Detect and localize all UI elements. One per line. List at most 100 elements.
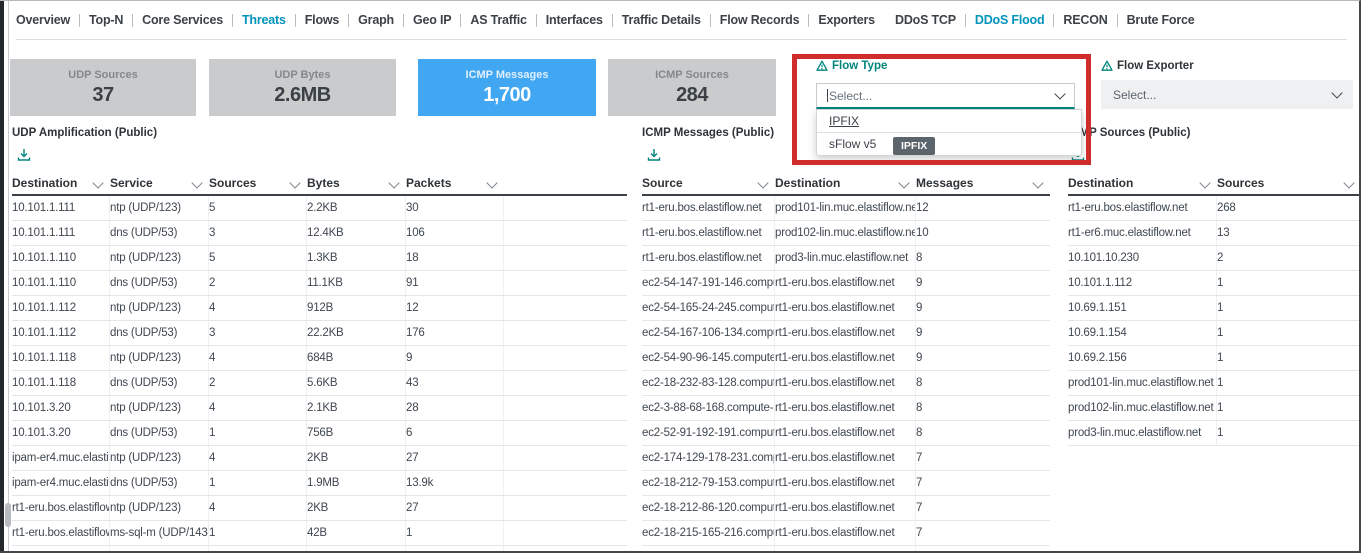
table-cell: ms-sql-m (UDP/1434) [110,521,209,545]
metric-card-udp-bytes[interactable]: UDP Bytes2.6MB [209,59,396,116]
metric-card-icmp-messages[interactable]: ICMP Messages1,700 [418,59,596,116]
table-cell: ntp (UDP/123) [110,446,209,470]
pane-resize-handle[interactable] [5,503,11,527]
table-cell: 9 [916,321,1050,345]
nav-item-graph[interactable]: Graph [349,13,403,27]
table-cell-spacer [504,521,627,545]
table-cell: 4 [209,296,307,320]
sort-chevron-icon [1032,177,1043,188]
column-header-source[interactable]: Source [642,171,775,194]
nav-item-core-services[interactable]: Core Services [133,13,232,27]
sort-chevron-icon [289,177,300,188]
table-cell: rt1-eru.bos.elastiflow.net [642,246,775,270]
table-icmp-sources: DestinationSourcesrt1-eru.bos.elastiflow… [1068,171,1361,446]
table-cell: 1.3KB [307,246,406,270]
table-cell: 1 [406,521,504,545]
table-row: prod101-lin.muc.elastiflow.net1 [1068,371,1361,396]
table-cell: 27 [406,446,504,470]
table-cell: 7 [916,446,1050,470]
table-cell: ec2-18-212-86-120.compute-1.a [642,496,775,520]
table-cell: 2 [209,371,307,395]
download-icon[interactable] [646,147,662,163]
column-header-service[interactable]: Service [110,171,209,194]
table-row: ec2-18-215-165-216.compute-1rt1-eru.bos.… [642,521,1050,546]
table-row: 10.69.1.1511 [1068,296,1361,321]
pane-divider [8,1,9,551]
table-row: ec2-18-232-83-128.compute-1.art1-eru.bos… [642,371,1050,396]
metric-card-icmp-sources[interactable]: ICMP Sources284 [608,59,776,116]
table-cell: 2 [209,271,307,295]
column-header-destination[interactable]: Destination [1068,171,1217,194]
table-cell: ntp (UDP/123) [110,496,209,520]
nav-item-threats[interactable]: Threats [233,13,295,27]
chevron-down-icon [1333,86,1341,100]
column-header-sources[interactable]: Sources [1217,171,1361,194]
threat-view-ddos-tcp[interactable]: DDoS TCP [895,13,965,27]
table-cell: 10.69.2.156 [1068,346,1217,370]
table-cell: 10.101.1.111 [12,196,110,220]
column-header-messages[interactable]: Messages [916,171,1050,194]
nav-item-top-n[interactable]: Top-N [80,13,132,27]
download-icon[interactable] [16,147,32,163]
column-header-label: Service [110,176,153,190]
table-cell: 8 [916,246,1050,270]
flow-type-label: Flow Type [816,60,887,72]
table-cell: 2KB [307,446,406,470]
table-cell: ec2-174-129-178-231.compute- [642,446,775,470]
table-cell: 9 [916,296,1050,320]
column-header-bytes[interactable]: Bytes [307,171,406,194]
table-cell: 10 [916,221,1050,245]
column-header-destination[interactable]: Destination [775,171,916,194]
table-cell: rt1-eru.bos.elastiflow.net [775,271,916,295]
table-cell: 7 [916,521,1050,545]
nav-item-exporters[interactable]: Exporters [809,13,884,27]
nav-item-overview[interactable]: Overview [16,13,79,27]
table-cell: dns (UDP/53) [110,421,209,445]
column-header-label: Packets [406,176,451,190]
table-cell: 4 [209,396,307,420]
nav-item-flow-records[interactable]: Flow Records [711,13,809,27]
table-cell: 10.101.10.230 [1068,246,1217,270]
column-header-packets[interactable]: Packets [406,171,504,194]
flow-type-select[interactable]: Select... [816,83,1075,109]
table-cell: 1 [1217,321,1361,345]
table-cell: 1 [1217,421,1361,445]
metric-card-udp-sources[interactable]: UDP Sources37 [10,59,196,116]
section-title-icmp-messages: ICMP Messages (Public) [642,127,774,139]
table-header-row: DestinationService SourcesBytesPackets [12,171,627,196]
table-cell: 4 [209,496,307,520]
nav-item-geo-ip[interactable]: Geo IP [404,13,460,27]
flow-exporter-select[interactable]: Select... [1101,80,1353,109]
nav-item-as-traffic[interactable]: AS Traffic [461,13,535,27]
threat-view-brute-force[interactable]: Brute Force [1118,13,1204,27]
table-cell: 10.101.1.118 [12,371,110,395]
table-cell: 1 [209,421,307,445]
table-cell: 18 [406,246,504,270]
sort-chevron-icon [486,177,497,188]
nav-item-interfaces[interactable]: Interfaces [537,13,612,27]
table-cell: dns (UDP/53) [110,546,209,553]
table-cell-spacer [504,296,627,320]
table-cell: 2 [1217,246,1361,270]
flow-type-option-sflow-v5[interactable]: sFlow v5 [817,132,1081,155]
table-cell: 7 [916,471,1050,495]
column-header-sources[interactable]: Sources [209,171,307,194]
column-header-destination[interactable]: Destination [12,171,110,194]
metric-card-label: UDP Sources [68,69,138,81]
table-cell: 1 [1217,296,1361,320]
table-cell: dns (UDP/53) [110,221,209,245]
table-row: ec2-54-147-191-146.compute-1rt1-eru.bos.… [642,271,1050,296]
table-cell: rt1-eru.bos.elastiflow.net [775,471,916,495]
table-cell: 10.101.1.110 [12,271,110,295]
nav-item-flows[interactable]: Flows [296,13,348,27]
table-cell: 42B [307,521,406,545]
column-header-spacer [504,171,627,194]
flow-type-option-ipfix[interactable]: IPFIX [817,110,1081,132]
threat-view-ddos-flood[interactable]: DDoS Flood [966,13,1054,27]
table-cell: 1 [209,471,307,495]
table-cell: ntp (UDP/123) [110,346,209,370]
table-cell-spacer [504,221,627,245]
table-header-row: SourceDestinationMessages [642,171,1050,196]
threat-view-recon[interactable]: RECON [1054,13,1116,27]
nav-item-traffic-details[interactable]: Traffic Details [613,13,710,27]
